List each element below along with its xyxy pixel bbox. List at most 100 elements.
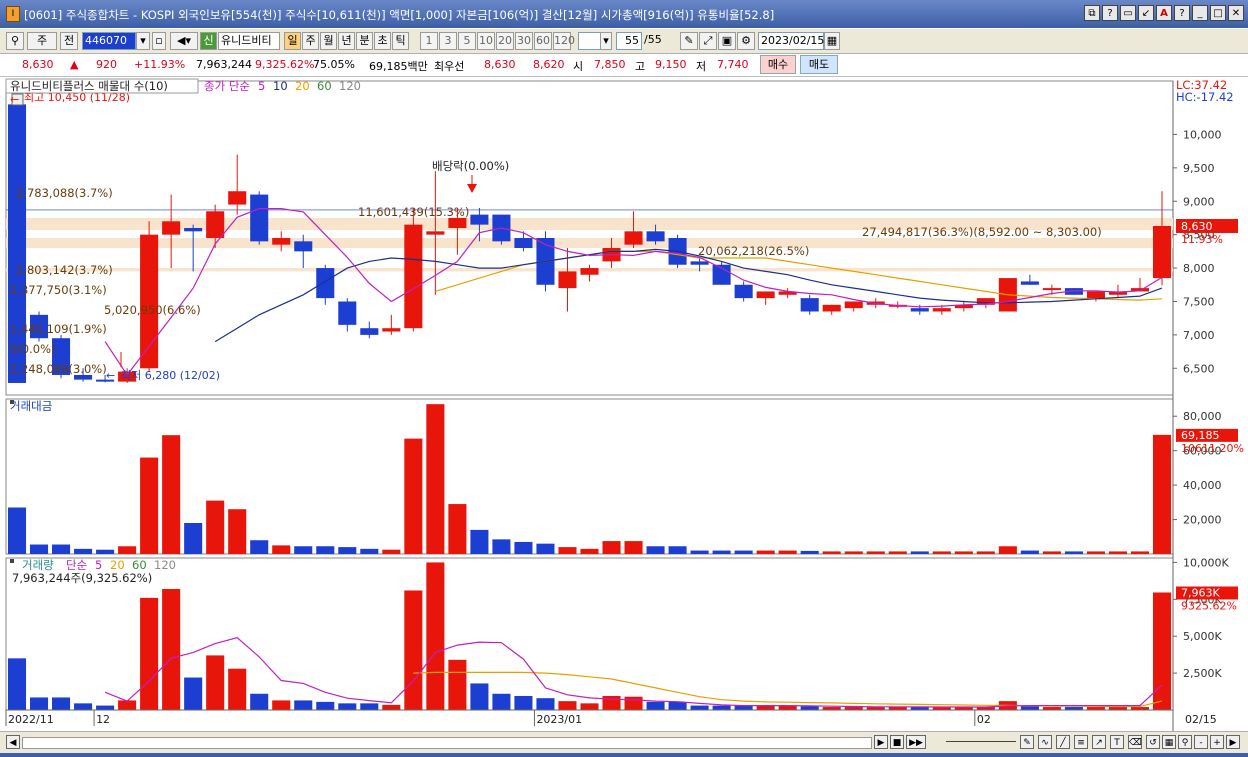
volume-profile-label-6: 5,020,950(6.6%) [104, 303, 201, 317]
zoom-chart-icon[interactable]: ⤢ [699, 32, 717, 50]
candle-body-28 [624, 231, 643, 245]
best-bid: 8,620 [533, 58, 565, 71]
stock-chart[interactable]: 10,0009,5009,0008,5008,0007,5007,0006,50… [0, 77, 1248, 731]
calendar-icon[interactable]: ▦ [824, 32, 840, 50]
amount-bar-13 [294, 546, 313, 554]
zoom-slider-track[interactable] [946, 741, 1016, 742]
amount-bar-26 [580, 548, 599, 554]
amount-bar-51 [1130, 551, 1149, 554]
price-tick-label-1: 9,500 [1183, 162, 1215, 175]
count-input[interactable]: 55 [616, 32, 642, 50]
period-tab-0[interactable]: 일 [284, 32, 301, 50]
amount-bar-27 [602, 541, 621, 554]
price-tick-label-4: 8,000 [1183, 262, 1215, 275]
interval-tab-1[interactable]: 1 [420, 32, 438, 50]
scroll-left-icon[interactable]: ◀ [6, 735, 20, 749]
save-icon[interactable]: ▣ [718, 32, 736, 50]
interval-dropdown-icon[interactable]: ▾ [600, 32, 612, 50]
period-tab-3[interactable]: 년 [338, 32, 355, 50]
volume-bar-26 [580, 703, 599, 710]
info-icon[interactable]: ? [1174, 5, 1190, 21]
volume-profile-label-9: 2,248,089(3.0%) [10, 362, 107, 376]
stock-code-input[interactable]: 446070 [82, 32, 136, 50]
candle-body-11 [250, 194, 269, 242]
stock-search-icon[interactable]: ⚲ [6, 32, 24, 50]
price-tick-label-5: 7,500 [1183, 295, 1215, 308]
maximize-button[interactable]: □ [1210, 5, 1226, 21]
current-pct-label: 11.93% [1181, 233, 1223, 246]
period-tab-1[interactable]: 주 [302, 32, 319, 50]
buy-button[interactable]: 매수 [760, 55, 796, 74]
volume-profile-label-8: 0(0.0%) [10, 342, 56, 356]
zoom-out-button[interactable]: - [1194, 735, 1208, 749]
code-dropdown-icon[interactable]: ▾ [136, 32, 150, 50]
volume-bar-7 [162, 588, 181, 710]
text-tool-icon[interactable]: T [1110, 735, 1124, 749]
arrow-tool-icon[interactable]: ↗ [1092, 735, 1106, 749]
fib-tool-icon[interactable]: ≡ [1074, 735, 1088, 749]
volume-bar-18 [404, 590, 423, 710]
candle-body-18 [404, 224, 423, 329]
interval-tab-20[interactable]: 20 [496, 32, 514, 50]
price-tick-label-7: 6,500 [1183, 362, 1215, 375]
interval-tab-120[interactable]: 120 [553, 32, 575, 50]
candle-body-26 [580, 268, 599, 275]
restore-layout-icon[interactable]: ▭ [1120, 5, 1136, 21]
pane-frame-1 [5, 398, 1174, 555]
pin-icon[interactable]: ✎ [680, 32, 698, 50]
interval-tab-3[interactable]: 3 [439, 32, 457, 50]
period-tab-4[interactable]: 분 [356, 32, 373, 50]
play-icon[interactable]: ▶ [874, 735, 888, 749]
interval-tab-10[interactable]: 10 [477, 32, 495, 50]
interval-tab-60[interactable]: 60 [534, 32, 552, 50]
price-legend-item-20: 20 [295, 79, 310, 93]
search-icon[interactable]: ⚲ [1178, 735, 1192, 749]
code-list-icon[interactable]: ▫ [152, 32, 166, 50]
interval-tab-30[interactable]: 30 [515, 32, 533, 50]
best-ask: 8,630 [484, 58, 516, 71]
volume-bar-34 [756, 705, 775, 710]
line-tool-icon[interactable]: ╱ [1056, 735, 1070, 749]
volume-bar-9 [206, 655, 225, 710]
chart-tool-icon[interactable]: ▦ [1162, 735, 1176, 749]
volume-bar-17 [382, 704, 401, 710]
minimize-button[interactable]: _ [1192, 5, 1208, 21]
settings-icon[interactable]: ⚙ [737, 32, 755, 50]
high-label: 고 [635, 60, 646, 73]
amount-bar-16 [360, 548, 379, 554]
credit-badge: 신 [200, 32, 217, 50]
all-toggle[interactable]: 전 [60, 32, 78, 50]
period-tab-2[interactable]: 월 [320, 32, 337, 50]
amount-bar-22 [492, 539, 511, 554]
scroll-track[interactable] [22, 737, 872, 749]
help-icon[interactable]: ? [1102, 5, 1118, 21]
sell-button[interactable]: 매도 [800, 55, 838, 74]
erase-tool-icon[interactable]: ⌫ [1128, 735, 1142, 749]
period-tab-5[interactable]: 초 [374, 32, 391, 50]
market-select[interactable]: 주 [27, 32, 57, 50]
stop-icon[interactable]: ■ [890, 735, 904, 749]
x-axis-label-4: 02/15 [1185, 713, 1217, 726]
candle-body-47 [1042, 288, 1061, 291]
amount-bar-0 [7, 507, 27, 554]
font-icon[interactable]: A [1156, 5, 1172, 21]
fast-forward-icon[interactable]: ▶▶ [906, 735, 926, 749]
draw-tool-icon[interactable]: ∿ [1038, 735, 1052, 749]
interval-tab-5[interactable]: 5 [458, 32, 476, 50]
zoom-in-button[interactable]: + [1210, 735, 1224, 749]
amount-bar-31 [690, 550, 709, 554]
speaker-icon[interactable]: ◀▾ [170, 32, 198, 50]
amount-bar-40 [888, 551, 907, 554]
date-input[interactable]: 2023/02/15 [758, 32, 824, 50]
period-tab-6[interactable]: 틱 [392, 32, 409, 50]
open-label: 시 [573, 60, 584, 73]
scroll-right-icon[interactable]: ▶ [1226, 735, 1240, 749]
trend-tool-icon[interactable]: ✎ [1020, 735, 1034, 749]
volume-bar-33 [734, 705, 753, 710]
candle-body-46 [1020, 281, 1039, 285]
link-window-icon[interactable]: ⧉ [1084, 5, 1100, 21]
history-icon[interactable]: ↺ [1146, 735, 1160, 749]
dock-icon[interactable]: ↙ [1138, 5, 1154, 21]
close-button[interactable]: ✕ [1228, 5, 1244, 21]
x-axis-label-1: 12 [96, 713, 110, 726]
